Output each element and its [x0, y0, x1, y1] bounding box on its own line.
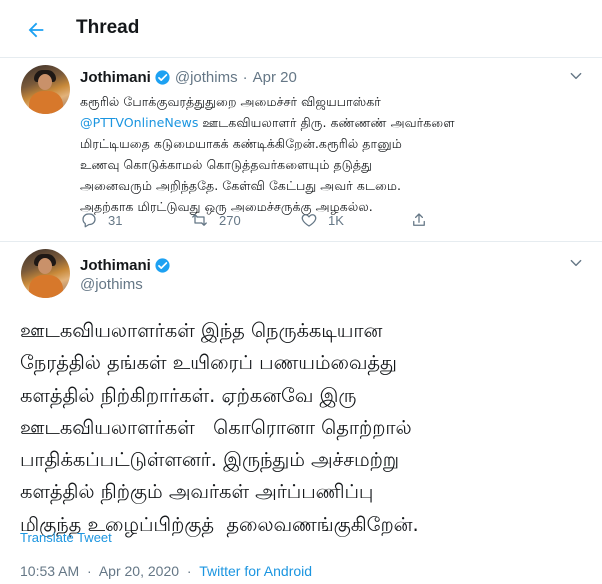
tweet-text-line: ஊடகவியலாளர்கள் கொரொனா தொற்றால்	[20, 415, 412, 439]
tweet-actions: 31 270 1K	[80, 211, 520, 233]
tweet-text-line: களத்தில் நிற்கும் அவர்கள் அர்ப்பணிப்பு	[20, 480, 374, 504]
tweet-text: கரூரில் போக்குவரத்துதுறை அமைச்சர் விஜயபா…	[80, 91, 590, 217]
separator-dot: ·	[186, 563, 192, 579]
share-button[interactable]	[410, 211, 428, 229]
tweet-text-line: அனைவரும் அறிந்ததே. கேள்வி கேட்பது அவர் க…	[80, 178, 402, 193]
more-options-button[interactable]	[566, 66, 586, 86]
tweet-header: Jothimani @jothims · Apr 20	[80, 67, 297, 87]
chevron-down-icon	[570, 72, 582, 80]
tweet-text-line: ஊடகவியலாளர் திரு. கண்ணண் அவர்களை	[202, 115, 455, 130]
more-options-button[interactable]	[566, 253, 586, 273]
page-title: Thread	[76, 17, 140, 38]
reply-button[interactable]: 31	[80, 211, 122, 229]
translate-tweet-link[interactable]: Translate Tweet	[20, 530, 112, 545]
tweet-parent[interactable]: Jothimani @jothims · Apr 20 கரூரில் போக்…	[0, 58, 602, 242]
author-name[interactable]: Jothimani	[80, 69, 151, 86]
tweet-text-line: மிரட்டியதை கடுமையாகக் கண்டிக்கிறேன்.கரூர…	[80, 136, 402, 151]
author-handle[interactable]: @jothims	[80, 276, 175, 293]
retweet-count: 270	[219, 212, 241, 228]
heart-icon	[301, 214, 317, 227]
separator-dot: ·	[242, 68, 248, 86]
tweet-text-line: பாதிக்கப்பட்டுள்ளனர். இருந்தும் அச்சமற்ற…	[20, 448, 399, 472]
tweet-metadata: 10:53 AM · Apr 20, 2020 · Twitter for An…	[20, 563, 312, 579]
back-button[interactable]	[18, 12, 54, 48]
retweet-icon	[192, 214, 207, 226]
tweet-source-link[interactable]: Twitter for Android	[199, 563, 312, 579]
tweet-focused: Jothimani @jothims ஊடகவியலாளர்கள் இந்த ந…	[0, 243, 602, 584]
tweet-text-line: நேரத்தில் தங்கள் உயிரைப் பணயம்வைத்து	[20, 351, 397, 375]
separator-dot: ·	[87, 563, 92, 579]
mention-link[interactable]: @PTTVOnlineNews	[80, 115, 198, 130]
tweet-author: Jothimani @jothims	[80, 255, 175, 293]
thread-header: Thread	[0, 0, 602, 58]
retweet-button[interactable]: 270	[190, 211, 241, 229]
tweet-text-line: கரூரில் போக்குவரத்துதுறை அமைச்சர் விஜயபா…	[80, 94, 381, 109]
like-button[interactable]: 1K	[300, 211, 344, 229]
like-count: 1K	[328, 212, 344, 228]
tweet-date[interactable]: Apr 20	[253, 69, 297, 86]
verified-badge-icon	[154, 69, 171, 86]
tweet-text-line: உணவு கொடுக்காமல் கொடுத்தவர்களையும் தடுத்…	[80, 157, 373, 172]
arrow-left-icon	[28, 22, 44, 38]
avatar[interactable]	[21, 65, 70, 114]
reply-icon	[82, 213, 96, 228]
chevron-down-icon	[570, 259, 582, 267]
tweet-text-line: களத்தில் நிற்கிறார்கள். ஏற்கனவே இரு	[20, 383, 357, 407]
tweet-time[interactable]: 10:53 AM	[20, 563, 79, 579]
author-name[interactable]: Jothimani	[80, 257, 151, 274]
tweet-text: ஊடகவியலாளர்கள் இந்த நெருக்கடியான நேரத்தி…	[20, 315, 595, 541]
share-icon	[413, 213, 425, 226]
verified-badge-icon	[154, 257, 171, 274]
avatar[interactable]	[21, 249, 70, 298]
tweet-full-date[interactable]: Apr 20, 2020	[99, 563, 179, 579]
author-handle[interactable]: @jothims	[175, 69, 238, 86]
tweet-text-line: ஊடகவியலாளர்கள் இந்த நெருக்கடியான	[20, 319, 383, 342]
reply-count: 31	[108, 212, 123, 228]
